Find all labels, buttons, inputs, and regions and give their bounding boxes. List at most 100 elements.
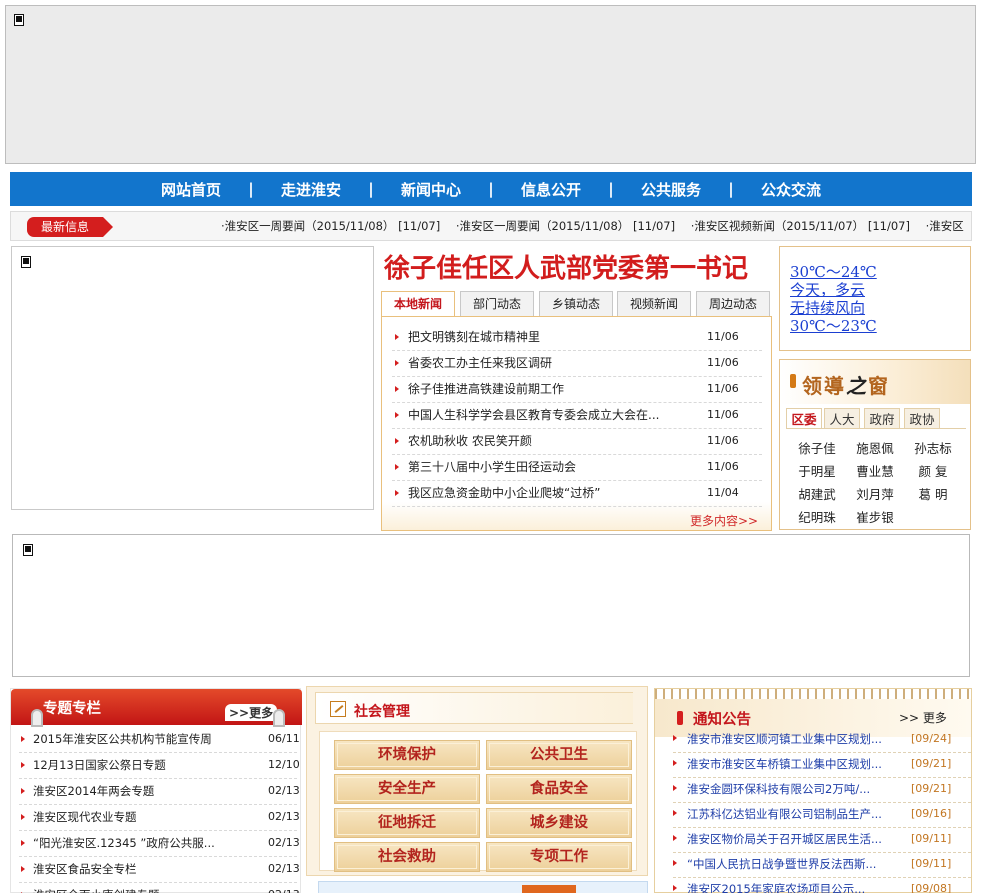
ticker-item[interactable]: ·淮安区	[926, 219, 964, 233]
search-box[interactable]	[318, 881, 648, 893]
topic-row[interactable]: “阳光淮安区.12345 ”政府公共服... 02/13	[19, 831, 300, 857]
leader-name[interactable]: 崔步银	[850, 507, 900, 526]
weather-wind[interactable]: 无持续风向	[790, 299, 970, 317]
news-row[interactable]: 第三十八届中小学生田径运动会 11/06	[392, 455, 762, 481]
leader-name[interactable]: 胡建武	[792, 484, 842, 503]
news-title[interactable]: 把文明镌刻在城市精神里	[408, 325, 678, 349]
topic-item-title[interactable]: 淮安区食品安全专栏	[33, 857, 243, 881]
urban-rural-button[interactable]: 城乡建设	[486, 808, 632, 838]
topic-row[interactable]: 12月13日国家公祭日专题 12/10	[19, 753, 300, 779]
topic-row[interactable]: 淮安区食品安全专栏 02/13	[19, 857, 300, 883]
leader-name[interactable]: 刘月萍	[850, 484, 900, 503]
notice-item-title[interactable]: 淮安区2015年家庭农场项目公示...	[687, 878, 895, 893]
news-row[interactable]: 把文明镌刻在城市精神里 11/06	[392, 325, 762, 351]
notice-item-title[interactable]: 淮安区物价局关于召开城区居民生活...	[687, 828, 895, 850]
news-title[interactable]: 中国人生科学学会县区教育专委会成立大会在...	[408, 403, 678, 427]
bullet-icon	[21, 866, 25, 872]
news-row[interactable]: 徐子佳推进高铁建设前期工作 11/06	[392, 377, 762, 403]
news-row[interactable]: 中国人生科学学会县区教育专委会成立大会在... 11/06	[392, 403, 762, 429]
leader-name[interactable]: 施恩佩	[850, 438, 900, 457]
nav-public-exchange[interactable]: 公众交流	[761, 179, 821, 200]
weather-temp-today[interactable]: 30℃～24℃	[790, 263, 970, 281]
tab-government[interactable]: 政府	[864, 408, 900, 429]
notice-row[interactable]: 江苏科亿达铝业有限公司铝制品生产... [09/16]	[673, 803, 971, 828]
leader-name[interactable]: 孙志标	[908, 438, 958, 457]
topic-item-date: 12/10	[268, 758, 300, 771]
food-safety-button[interactable]: 食品安全	[486, 774, 632, 804]
land-demolition-button[interactable]: 征地拆迁	[334, 808, 480, 838]
notice-row[interactable]: 淮安区物价局关于召开城区居民生活... [09/11]	[673, 828, 971, 853]
leader-name[interactable]: 纪明珠	[792, 507, 842, 526]
ticker-item[interactable]: ·淮安区一周要闻（2015/11/08） [11/07]	[221, 219, 440, 233]
leader-name[interactable]: 葛 明	[908, 484, 958, 503]
topic-item-title[interactable]: 12月13日国家公祭日专题	[33, 753, 243, 777]
news-row[interactable]: 省委农工办主任来我区调研 11/06	[392, 351, 762, 377]
work-safety-button[interactable]: 安全生产	[334, 774, 480, 804]
ticker-item[interactable]: ·淮安区一周要闻（2015/11/08） [11/07]	[456, 219, 675, 233]
weather-temp-next[interactable]: 30℃～23℃	[790, 317, 970, 335]
leader-name[interactable]: 曹业慧	[850, 461, 900, 480]
tab-district-committee[interactable]: 区委	[786, 408, 822, 429]
tab-local-news[interactable]: 本地新闻	[381, 291, 455, 317]
news-row[interactable]: 我区应急资金助中小企业爬坡“过桥” 11/04	[392, 481, 762, 507]
leaders-window: 领導之窗 区委 人大 政府 政协 徐子佳 施恩佩 孙志标 于明星 曹业慧 颜 复…	[779, 359, 971, 530]
news-title[interactable]: 农机助秋收 农民笑开颜	[408, 429, 678, 453]
nav-public-service[interactable]: 公共服务	[641, 179, 701, 200]
leaders-title-part: 之	[846, 374, 868, 398]
notice-more-link[interactable]: >> 更多	[899, 709, 947, 726]
tab-npc[interactable]: 人大	[824, 408, 860, 429]
topic-row[interactable]: 淮安区2014年两会专题 02/13	[19, 779, 300, 805]
topic-item-title[interactable]: “阳光淮安区.12345 ”政府公共服...	[33, 831, 243, 855]
leader-name[interactable]: 于明星	[792, 461, 842, 480]
tab-department-news[interactable]: 部门动态	[460, 291, 534, 316]
topic-item-date: 02/13	[268, 883, 300, 893]
notice-item-title[interactable]: “中国人民抗日战争暨世界反法西斯...	[687, 853, 895, 875]
ticker-item[interactable]: ·淮安区视频新闻（2015/11/07） [11/07]	[691, 219, 910, 233]
topic-item-title[interactable]: 淮安区现代农业专题	[33, 805, 243, 829]
topic-item-title[interactable]: 2015年淮安区公共机构节能宣传周	[33, 727, 243, 751]
nav-info-disclosure[interactable]: 信息公开	[521, 179, 581, 200]
notice-item-title[interactable]: 淮安市淮安区车桥镇工业集中区规划...	[687, 753, 895, 775]
notice-row[interactable]: 淮安市淮安区顺河镇工业集中区规划... [09/24]	[673, 728, 971, 753]
headline-link[interactable]: 徐子佳任区人武部党委第一书记	[384, 248, 774, 288]
notice-item-title[interactable]: 淮安金圆环保科技有限公司2万吨/...	[687, 778, 895, 800]
news-title[interactable]: 徐子佳推进高铁建设前期工作	[408, 377, 678, 401]
nav-home[interactable]: 网站首页	[161, 179, 221, 200]
leader-name[interactable]: 徐子佳	[792, 438, 842, 457]
news-more-link[interactable]: 更多内容>>	[690, 512, 758, 529]
special-work-button[interactable]: 专项工作	[486, 842, 632, 872]
nav-news-center[interactable]: 新闻中心	[401, 179, 461, 200]
news-date: 11/06	[707, 356, 739, 369]
environment-button[interactable]: 环境保护	[334, 740, 480, 770]
topic-row[interactable]: 2015年淮安区公共机构节能宣传周 06/11	[19, 727, 300, 753]
nav-about-huaian[interactable]: 走进淮安	[281, 179, 341, 200]
notice-row[interactable]: 淮安市淮安区车桥镇工业集中区规划... [09/21]	[673, 753, 971, 778]
search-button[interactable]	[522, 885, 576, 893]
tab-township-news[interactable]: 乡镇动态	[539, 291, 613, 316]
weather-condition[interactable]: 今天，多云	[790, 281, 970, 299]
news-title[interactable]: 我区应急资金助中小企业爬坡“过桥”	[408, 481, 678, 505]
news-title[interactable]: 第三十八届中小学生田径运动会	[408, 455, 678, 479]
topic-more-link[interactable]: >>更多	[225, 704, 278, 721]
tab-nearby-news[interactable]: 周边动态	[696, 291, 770, 316]
public-health-button[interactable]: 公共卫生	[486, 740, 632, 770]
topic-item-title[interactable]: 淮安区2014年两会专题	[33, 779, 243, 803]
notice-row[interactable]: 淮安区2015年家庭农场项目公示... [09/08]	[673, 878, 971, 893]
topic-row[interactable]: 淮安区全面小康创建专题 02/13	[19, 883, 300, 893]
tab-video-news[interactable]: 视频新闻	[617, 291, 691, 316]
bullet-icon	[395, 490, 399, 496]
notice-board: 通知公告 >> 更多 淮安市淮安区顺河镇工业集中区规划... [09/24] 淮安…	[654, 688, 973, 893]
topic-row[interactable]: 淮安区现代农业专题 02/13	[19, 805, 300, 831]
tab-cppcc[interactable]: 政协	[904, 408, 940, 429]
news-title[interactable]: 省委农工办主任来我区调研	[408, 351, 678, 375]
leader-name[interactable]: 颜 复	[908, 461, 958, 480]
news-row[interactable]: 农机助秋收 农民笑开颜 11/06	[392, 429, 762, 455]
notice-row[interactable]: “中国人民抗日战争暨世界反法西斯... [09/11]	[673, 853, 971, 878]
photo-news-plugin	[11, 246, 374, 510]
notice-item-title[interactable]: 淮安市淮安区顺河镇工业集中区规划...	[687, 728, 895, 750]
social-relief-button[interactable]: 社会救助	[334, 842, 480, 872]
topic-item-title[interactable]: 淮安区全面小康创建专题	[33, 883, 243, 893]
bullet-icon	[21, 788, 25, 794]
notice-item-title[interactable]: 江苏科亿达铝业有限公司铝制品生产...	[687, 803, 895, 825]
notice-row[interactable]: 淮安金圆环保科技有限公司2万吨/... [09/21]	[673, 778, 971, 803]
